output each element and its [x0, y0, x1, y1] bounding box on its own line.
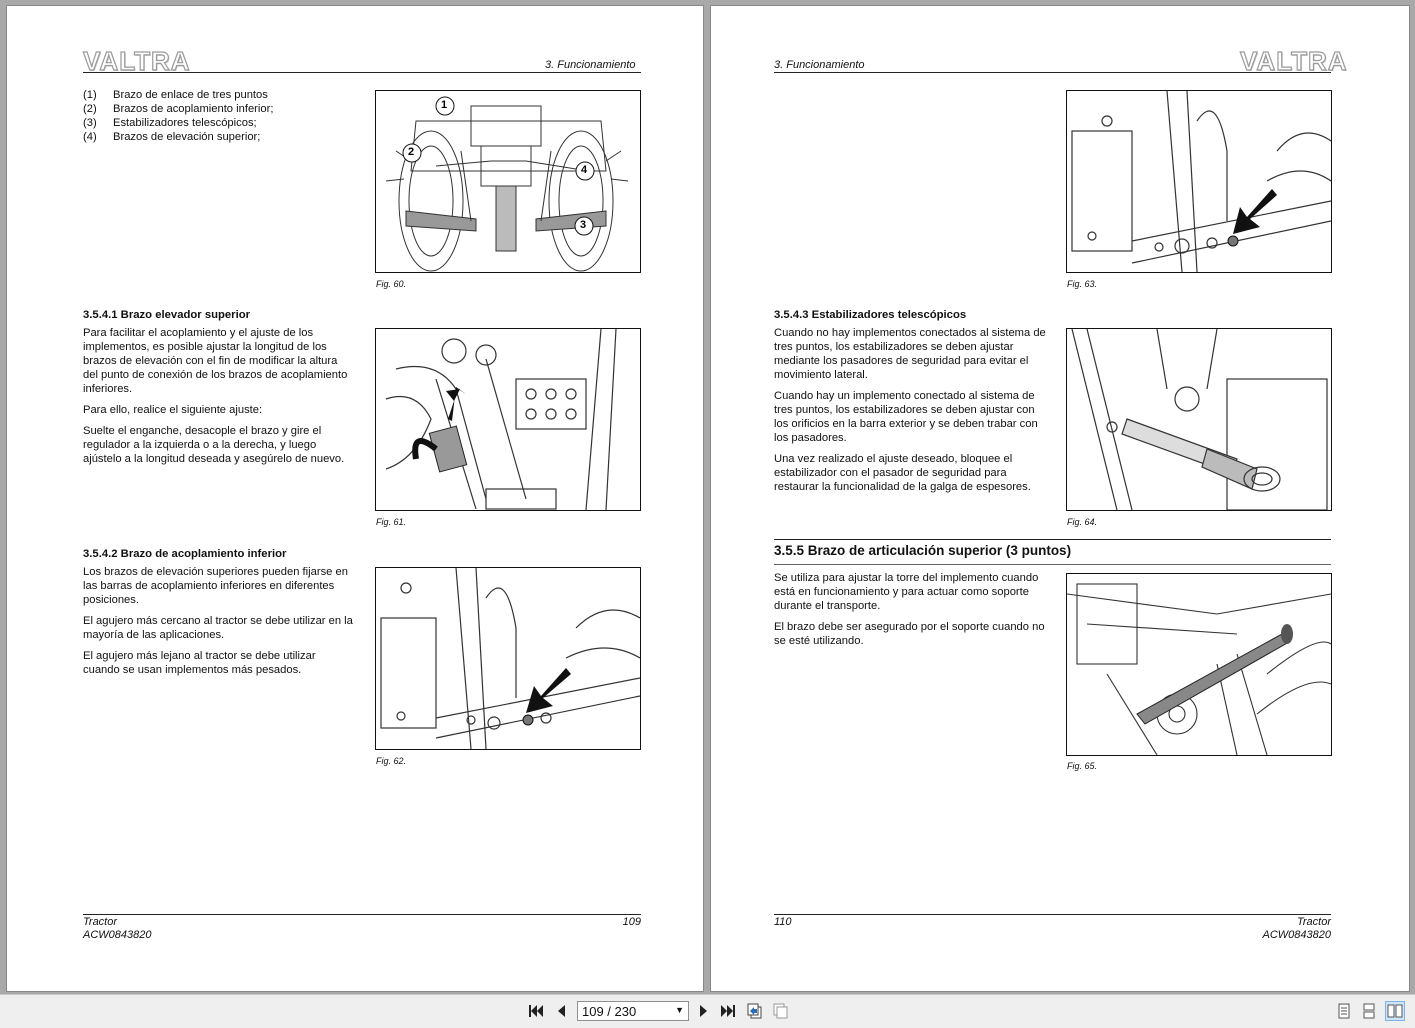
figure-62-lower-link-holes [375, 567, 641, 750]
section-heading: 3.5.4.1 Brazo elevador superior [83, 309, 251, 321]
figure-63-safety-pin [1066, 90, 1332, 273]
section-body: Los brazos de elevación superiores puede… [83, 565, 353, 684]
footer-rule [774, 914, 1331, 915]
section-header: 3. Funcionamiento [545, 59, 636, 71]
callout-4: 4 [581, 164, 588, 176]
section-heading: 3.5.4.3 Estabilizadores telescópicos [774, 309, 967, 321]
section-header: 3. Funcionamiento [774, 59, 865, 71]
section-heading-major: 3.5.5 Brazo de articulación superior (3 … [774, 543, 1072, 558]
section-body: Cuando no hay implementos conectados al … [774, 326, 1046, 501]
figure-caption: Fig. 62. [376, 756, 407, 766]
callout-2: 2 [408, 146, 415, 158]
single-page-view-icon[interactable] [1334, 1001, 1354, 1021]
section-rule [774, 539, 1331, 540]
section-rule [774, 564, 1331, 565]
last-page-icon[interactable] [719, 1002, 737, 1020]
footer-model: Tractor [1296, 916, 1331, 928]
section-body: Se utiliza para ajustar la torre del imp… [774, 571, 1046, 655]
page-number-value: 109 / 230 [582, 1003, 637, 1019]
paragraph: El agujero más cercano al tractor se deb… [83, 615, 353, 641]
figure-65-top-link [1066, 573, 1332, 756]
paragraph: Una vez realizado el ajuste deseado, blo… [774, 453, 1031, 493]
previous-view-icon[interactable] [746, 1002, 764, 1020]
legend-item: (4) Brazos de elevación superior; [83, 131, 261, 143]
footer-right: Tractor ACW0843820 [1231, 916, 1332, 942]
paragraph: El brazo debe ser asegurado por el sopor… [774, 621, 1045, 647]
next-page-icon[interactable] [695, 1002, 713, 1020]
facing-pages-view-icon[interactable] [1385, 1001, 1405, 1021]
page-number-input[interactable]: 109 / 230 ▼ [577, 1001, 689, 1021]
next-view-icon[interactable] [772, 1002, 790, 1020]
figure-60-tractor-rear: 1 2 3 4 [375, 90, 641, 273]
paragraph: Para ello, realice el siguiente ajuste: [83, 404, 263, 416]
figure-caption: Fig. 64. [1067, 517, 1098, 527]
footer-code: ACW0843820 [83, 929, 152, 941]
footer-model: Tractor [83, 916, 118, 928]
left-page: VALTRA 3. Funcionamiento (1) Brazo de enl… [6, 5, 704, 992]
section-body: Para facilitar el acoplamiento y el ajus… [83, 326, 353, 473]
figure-caption: Fig. 63. [1067, 279, 1098, 289]
legend-item: (2) Brazos de acoplamiento inferior; [83, 103, 274, 115]
figure-caption: Fig. 65. [1067, 761, 1098, 771]
footer-rule [83, 914, 641, 915]
page-number: 109 [622, 916, 641, 928]
figure-64-telescopic-stabilizer [1066, 328, 1332, 511]
header-rule [774, 72, 1331, 73]
paragraph: Cuando hay un implemento conectado al si… [774, 390, 1038, 444]
header-rule [83, 72, 641, 73]
component-legend: (1) Brazo de enlace de tres puntos (2) Bra… [83, 88, 343, 144]
paragraph: Cuando no hay implementos conectados al … [774, 327, 1046, 381]
first-page-icon[interactable] [527, 1002, 545, 1020]
footer-left: Tractor ACW0843820 [83, 916, 152, 942]
paragraph: Para facilitar el acoplamiento y el ajus… [83, 327, 348, 395]
section-heading: 3.5.4.2 Brazo de acoplamiento inferior [83, 548, 287, 560]
paragraph: Se utiliza para ajustar la torre del imp… [774, 572, 1039, 612]
legend-item: (1) Brazo de enlace de tres puntos [83, 89, 268, 101]
page-number: 110 [774, 916, 792, 928]
figure-caption: Fig. 61. [376, 517, 407, 527]
viewer-toolbar: 109 / 230 ▼ [0, 994, 1415, 1028]
callout-3: 3 [580, 219, 587, 231]
chevron-down-icon[interactable]: ▼ [675, 1005, 684, 1015]
previous-page-icon[interactable] [552, 1002, 570, 1020]
callout-1: 1 [441, 99, 448, 111]
paragraph: Los brazos de elevación superiores puede… [83, 566, 348, 606]
figure-61-upper-lift-arm [375, 328, 641, 511]
continuous-view-icon[interactable] [1359, 1001, 1379, 1021]
right-page: VALTRA 3. Funcionamiento Fig. 63. 3.5.4.… [710, 5, 1410, 992]
paragraph: El agujero más lejano al tractor se debe… [83, 650, 316, 676]
figure-caption: Fig. 60. [376, 279, 407, 289]
legend-item: (3) Estabilizadores telescópicos; [83, 117, 257, 129]
footer-code: ACW0843820 [1262, 929, 1332, 941]
paragraph: Suelte el enganche, desacople el brazo y… [83, 425, 345, 465]
